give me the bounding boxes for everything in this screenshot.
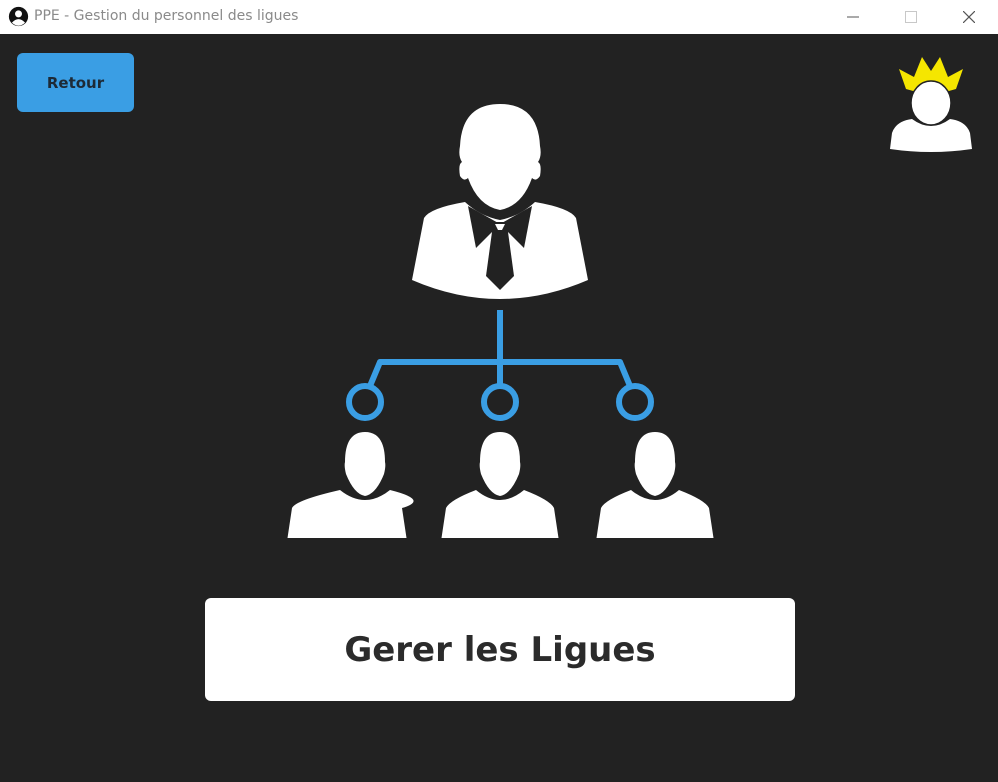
member-icon xyxy=(287,432,414,538)
main-panel: Retour Gerer les Ligues xyxy=(0,34,998,782)
crowned-user-icon xyxy=(890,57,972,152)
minimize-button[interactable] xyxy=(828,0,878,34)
connector-lines xyxy=(346,310,654,421)
member-icon xyxy=(596,432,714,538)
back-button[interactable]: Retour xyxy=(17,53,134,112)
title-bar[interactable]: PPE - Gestion du personnel des ligues xyxy=(0,0,998,34)
member-icon xyxy=(441,432,559,538)
maximize-button[interactable] xyxy=(886,0,936,34)
close-icon xyxy=(963,11,975,23)
user-circle-icon xyxy=(8,6,29,27)
maximize-icon xyxy=(905,11,917,23)
minimize-icon xyxy=(847,16,859,18)
manage-leagues-button[interactable]: Gerer les Ligues xyxy=(205,598,795,701)
app-window: PPE - Gestion du personnel des ligues Re… xyxy=(0,0,998,782)
close-button[interactable] xyxy=(944,0,994,34)
org-hierarchy-icon xyxy=(287,104,714,538)
window-title: PPE - Gestion du personnel des ligues xyxy=(34,8,299,24)
